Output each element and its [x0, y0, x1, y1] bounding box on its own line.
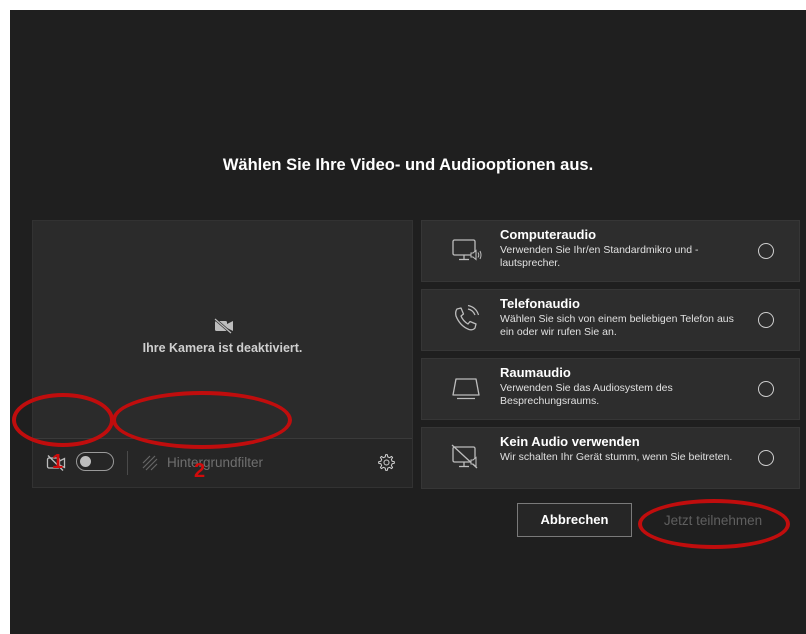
audio-option-description: Verwenden Sie Ihr/en Standardmikro und -…	[500, 244, 699, 269]
annotation-circle-1	[12, 393, 114, 447]
cancel-button[interactable]: Abbrechen	[517, 503, 632, 537]
audio-option-no-audio[interactable]: Kein Audio verwenden Wir schalten Ihr Ge…	[421, 427, 800, 489]
audio-option-title: Kein Audio verwenden	[500, 434, 640, 449]
toolbar-divider	[127, 451, 128, 475]
annotation-circle-join	[638, 499, 790, 549]
audio-option-description: Verwenden Sie das Audiosystem des Bespre…	[500, 382, 673, 407]
room-audio-icon	[452, 378, 480, 400]
camera-off-icon	[214, 318, 233, 334]
audio-option-radio[interactable]	[758, 381, 774, 397]
audio-option-title: Computeraudio	[500, 227, 597, 242]
annotation-number-2: 2	[194, 460, 206, 482]
audio-option-title: Telefonaudio	[500, 296, 580, 311]
annotation-number-1: 1	[52, 451, 64, 473]
camera-toggle-switch[interactable]	[76, 452, 114, 471]
background-filter-icon	[142, 455, 158, 471]
toggle-knob	[80, 455, 91, 467]
no-audio-icon	[451, 444, 478, 469]
audio-option-radio[interactable]	[758, 312, 774, 328]
audio-option-description: Wählen Sie sich von einem beliebigen Tel…	[500, 313, 734, 338]
audio-option-description: Wir schalten Ihr Gerät stumm, wenn Sie b…	[500, 451, 733, 463]
computer-audio-icon	[452, 239, 482, 261]
phone-audio-icon	[455, 304, 480, 331]
audio-option-computer[interactable]: Computeraudio Verwenden Sie Ihr/en Stand…	[421, 220, 800, 282]
audio-option-title: Raumaudio	[500, 365, 571, 380]
background-filter-button[interactable]: Hintergrundfilter	[167, 455, 263, 470]
camera-status-text: Ihre Kamera ist deaktiviert.	[142, 341, 303, 355]
audio-option-radio[interactable]	[758, 243, 774, 259]
page-title: Wählen Sie Ihre Video- und Audiooptionen…	[222, 156, 594, 174]
audio-option-phone[interactable]: Telefonaudio Wählen Sie sich von einem b…	[421, 289, 800, 351]
annotation-circle-2	[112, 391, 292, 449]
audio-option-radio[interactable]	[758, 450, 774, 466]
audio-option-room[interactable]: Raumaudio Verwenden Sie das Audiosystem …	[421, 358, 800, 420]
gear-icon[interactable]	[377, 453, 396, 472]
